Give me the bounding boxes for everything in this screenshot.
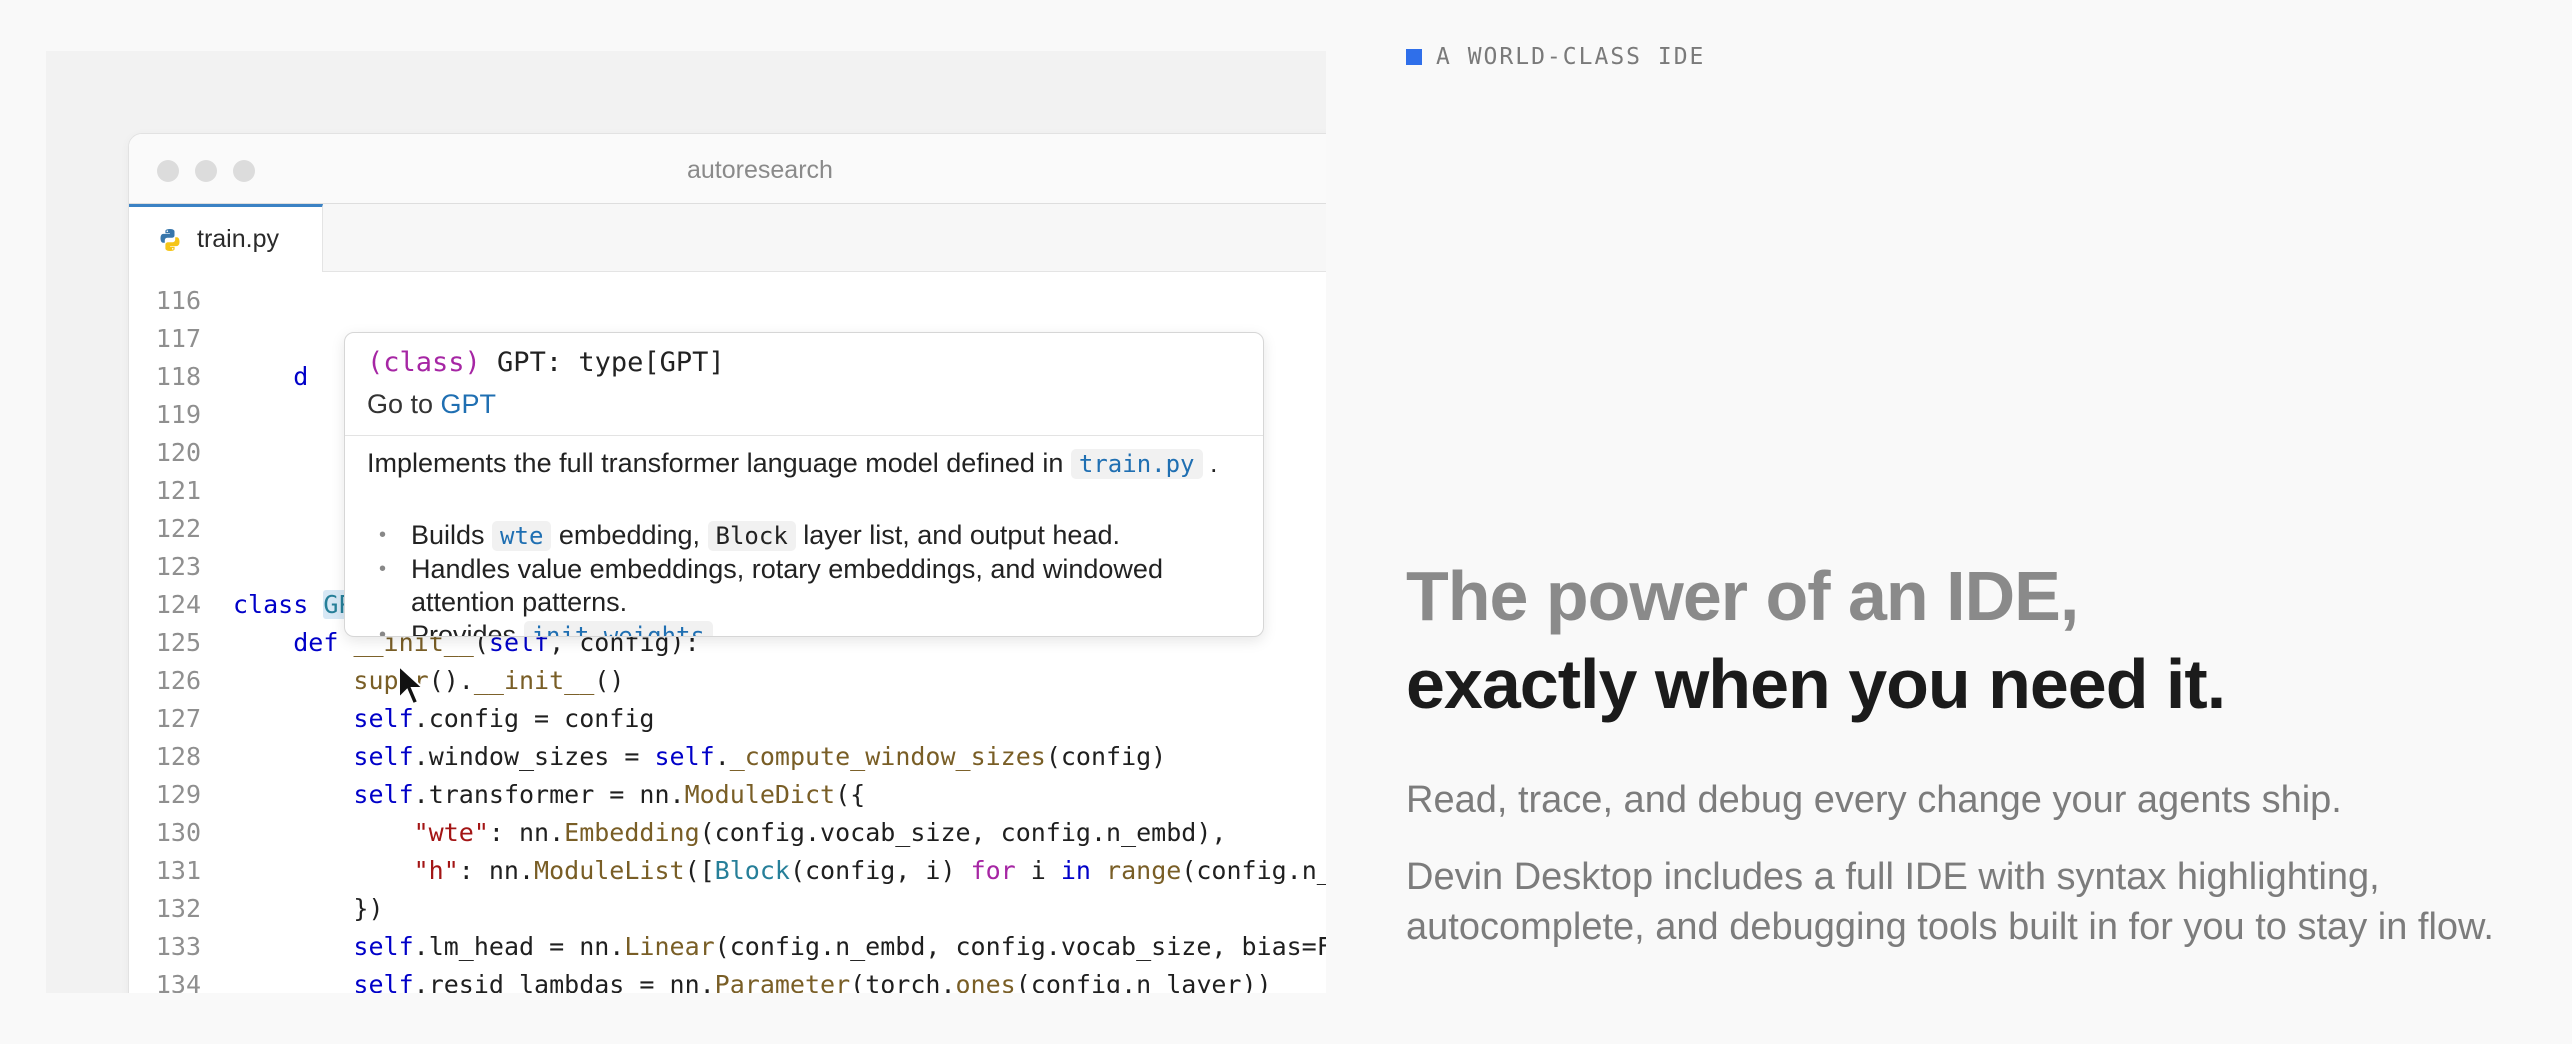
list-item: Provides init_weights xyxy=(367,619,1247,636)
hover-bullets: Builds wte embedding, Block layer list, … xyxy=(367,519,1247,636)
list-item: Handles value embeddings, rotary embeddi… xyxy=(367,553,1247,619)
line-number: 132 xyxy=(155,894,201,923)
line-number: 129 xyxy=(155,780,201,809)
code-line[interactable]: 133 self.lm_head = nn.Linear(config.n_em… xyxy=(129,928,1326,966)
divider xyxy=(345,435,1263,436)
ide-showcase: autoresearch train.py 116 117 118 d 119 120 1… xyxy=(46,51,1326,993)
window-title: autoresearch xyxy=(687,156,833,184)
line-number: 123 xyxy=(155,552,201,581)
line-number: 117 xyxy=(155,324,201,353)
code-text: }) xyxy=(233,894,384,923)
code-text: d xyxy=(293,362,309,391)
line-number: 116 xyxy=(155,286,201,315)
code-line[interactable]: 134 self.resid_lambdas = nn.Parameter(to… xyxy=(129,966,1326,993)
window-controls xyxy=(157,160,255,182)
title-bar: autoresearch xyxy=(129,134,1326,204)
code-line[interactable]: 127 self.config = config xyxy=(129,700,1326,738)
line-number: 120 xyxy=(155,438,201,467)
hover-signature: (class) GPT: type[GPT] xyxy=(367,347,725,378)
tab-label: train.py xyxy=(197,225,279,253)
line-number: 121 xyxy=(155,476,201,505)
code-text: "wte": nn.Embedding(config.vocab_size, c… xyxy=(413,818,1227,847)
code-line[interactable]: 126 super().__init__() xyxy=(129,662,1326,700)
editor-tab-bar: train.py xyxy=(129,204,1326,272)
line-number: 134 xyxy=(155,970,201,993)
hover-tooltip: (class) GPT: type[GPT] Go to GPT Impleme… xyxy=(344,332,1264,637)
line-number: 124 xyxy=(155,590,201,619)
line-number: 130 xyxy=(155,818,201,847)
file-link[interactable]: train.py xyxy=(1070,449,1203,479)
line-number: 119 xyxy=(155,400,201,429)
line-number: 127 xyxy=(155,704,201,733)
headline-line-2: exactly when you need it. xyxy=(1406,645,2226,723)
line-number: 131 xyxy=(155,856,201,885)
maximize-window-button[interactable] xyxy=(233,160,255,182)
goto-definition-link[interactable]: GPT xyxy=(441,389,497,419)
code-text: self.transformer = nn.ModuleDict({ xyxy=(353,780,866,809)
code-line[interactable]: 130 "wte": nn.Embedding(config.vocab_siz… xyxy=(129,814,1326,852)
headline: The power of an IDE, exactly when you ne… xyxy=(1406,552,2526,728)
code-line[interactable]: 129 self.transformer = nn.ModuleDict({ xyxy=(129,776,1326,814)
headline-line-1: The power of an IDE, xyxy=(1406,557,2079,635)
tab-train-py[interactable]: train.py xyxy=(129,204,323,272)
mouse-pointer-icon xyxy=(398,664,426,706)
code-line[interactable]: 128 self.window_sizes = self._compute_wi… xyxy=(129,738,1326,776)
eyebrow-text: A WORLD-CLASS IDE xyxy=(1436,44,1706,70)
code-line[interactable]: 131 "h": nn.ModuleList([Block(config, i)… xyxy=(129,852,1326,890)
section-eyebrow: A WORLD-CLASS IDE xyxy=(1406,44,1705,70)
python-icon xyxy=(160,228,180,251)
code-line[interactable]: 116 xyxy=(129,282,1326,320)
line-number: 125 xyxy=(155,628,201,657)
code-text: "h": nn.ModuleList([Block(config, i) for… xyxy=(413,856,1326,885)
list-item: Builds wte embedding, Block layer list, … xyxy=(367,519,1247,553)
code-text: self.window_sizes = self._compute_window… xyxy=(353,742,1167,771)
code-text: self.config = config xyxy=(353,704,655,733)
code-text: self.resid_lambdas = nn.Parameter(torch.… xyxy=(353,970,1272,993)
code-text: super().__init__() xyxy=(353,666,625,695)
line-number: 118 xyxy=(155,362,201,391)
close-window-button[interactable] xyxy=(157,160,179,182)
code-line[interactable]: 132 }) xyxy=(129,890,1326,928)
goto-definition: Go to GPT xyxy=(367,389,497,419)
line-number: 122 xyxy=(155,514,201,543)
square-icon xyxy=(1406,49,1422,65)
line-number: 133 xyxy=(155,932,201,961)
line-number: 128 xyxy=(155,742,201,771)
body-text: Devin Desktop includes a full IDE with s… xyxy=(1406,856,2494,948)
line-number: 126 xyxy=(155,666,201,695)
hover-description: Implements the full transformer language… xyxy=(367,448,1218,479)
subheadline: Read, trace, and debug every change your… xyxy=(1406,779,2342,821)
minimize-window-button[interactable] xyxy=(195,160,217,182)
code-text: self.lm_head = nn.Linear(config.n_embd, … xyxy=(353,932,1326,961)
